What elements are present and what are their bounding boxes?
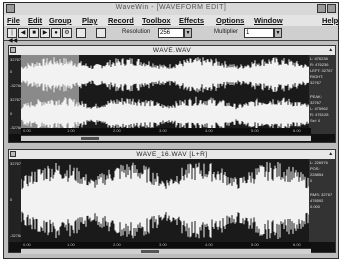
time-label: 6.00 — [293, 128, 301, 133]
horizontal-scrollbar[interactable] — [21, 248, 311, 254]
time-label: 0.00 — [23, 128, 31, 133]
app-window: WaveWin - [WAVEFORM EDIT] File Edit Grou… — [3, 2, 339, 259]
multiplier-field[interactable]: 1 — [244, 28, 274, 38]
info-line: POS: 228854 — [310, 166, 324, 177]
time-label: 3.00 — [159, 128, 167, 133]
info-panel: L: 226976 POS: 228854 0 RMS: 32767 47659… — [309, 159, 335, 242]
time-label: 1.00 — [67, 242, 75, 247]
info-line: Sel: 0 — [310, 118, 321, 123]
rewind-button[interactable]: |◀◀ — [7, 28, 17, 44]
scrollbar-thumb[interactable] — [141, 250, 159, 253]
menu-play[interactable]: Play — [82, 16, 97, 25]
panel-title-text: WAVE.WAV — [152, 47, 192, 54]
ruler-label: 0 — [10, 111, 13, 116]
time-ruler: 0.00 1.00 2.00 3.00 4.00 5.00 6.00 — [21, 128, 311, 134]
amplitude-ruler: 32767 0 -32768 32767 0 -32768 — [9, 55, 22, 134]
ruler-label: 0 — [10, 197, 13, 202]
back-button[interactable]: ◀ — [18, 28, 28, 38]
tool-button[interactable] — [96, 28, 106, 38]
waveform-trace — [21, 96, 311, 132]
waveform-graphic — [21, 162, 311, 239]
toolbar: |◀◀ ◀ ■ ▶ ● ⚙ Resolution 256 ▼ Multiplie… — [4, 26, 338, 44]
menu-file[interactable]: File — [7, 16, 20, 25]
ruler-label: 32767 — [10, 57, 22, 62]
resolution-label: Resolution — [122, 29, 151, 35]
time-label: 6.00 — [293, 242, 301, 247]
time-label: 5.00 — [251, 242, 259, 247]
horizontal-scrollbar[interactable] — [21, 135, 311, 141]
info-line: RIGHT: 32767 — [310, 74, 324, 85]
waveform-trace — [21, 57, 311, 93]
scrollbar-thumb[interactable] — [81, 137, 99, 140]
panel-title-text: WAVE_16.WAV [L+R] — [136, 151, 208, 158]
time-label: 5.00 — [251, 128, 259, 133]
wave-panel-bottom: WAVE_16.WAV [L+R] ▲ 32767 0 -32768 L: 22… — [8, 149, 336, 254]
info-panel: L: 476236 R: 476236 LEFT: 32767 RIGHT: 3… — [309, 55, 335, 134]
menu-window[interactable]: Window — [254, 16, 283, 25]
tool-button[interactable] — [76, 28, 86, 38]
time-label: 4.00 — [205, 128, 213, 133]
menu-record[interactable]: Record — [108, 16, 134, 25]
waveform-display[interactable] — [21, 159, 311, 242]
menu-effects[interactable]: Effects — [179, 16, 204, 25]
window-title: WaveWin - [WAVEFORM EDIT] — [115, 4, 227, 11]
menu-group[interactable]: Group — [49, 16, 72, 25]
settings-button[interactable]: ⚙ — [62, 28, 72, 38]
waveform-trace — [21, 162, 311, 239]
close-icon[interactable] — [10, 47, 16, 53]
ruler-label: 32767 — [10, 161, 22, 166]
amplitude-ruler: 32767 0 -32768 — [9, 159, 22, 242]
time-label: 4.00 — [205, 242, 213, 247]
chevron-up-icon[interactable]: ▲ — [328, 151, 334, 157]
time-label: 2.00 — [113, 128, 121, 133]
info-line: PEAK: 32767 — [310, 94, 322, 105]
time-label: 0.00 — [23, 242, 31, 247]
menu-options[interactable]: Options — [216, 16, 244, 25]
resolution-field[interactable]: 256 — [158, 28, 184, 38]
ruler-label: 32767 — [10, 97, 22, 102]
ruler-label: 0 — [10, 69, 13, 74]
stop-button[interactable]: ■ — [29, 28, 39, 38]
minimize-icon[interactable] — [317, 4, 326, 13]
chevron-up-icon[interactable]: ▲ — [328, 47, 334, 53]
menu-edit[interactable]: Edit — [28, 16, 42, 25]
multiplier-dropdown-icon[interactable]: ▼ — [274, 28, 282, 38]
menu-help[interactable]: Help — [322, 16, 338, 25]
wave-panel-top: WAVE.WAV ▲ 32767 0 -32768 32767 0 -32768… — [8, 45, 336, 143]
resolution-dropdown-icon[interactable]: ▼ — [184, 28, 192, 38]
play-button[interactable]: ▶ — [40, 28, 50, 38]
info-line: 0.000 — [310, 204, 321, 209]
waveform-display[interactable] — [21, 55, 311, 134]
menu-toolbox[interactable]: Toolbox — [142, 16, 171, 25]
time-label: 1.00 — [67, 128, 75, 133]
close-icon[interactable] — [10, 151, 16, 157]
maximize-icon[interactable] — [327, 4, 336, 13]
record-button[interactable]: ● — [51, 28, 61, 38]
time-label: 3.00 — [159, 242, 167, 247]
waveform-graphic — [21, 55, 311, 134]
multiplier-label: Multiplier — [214, 29, 239, 35]
time-label: 2.00 — [113, 242, 121, 247]
